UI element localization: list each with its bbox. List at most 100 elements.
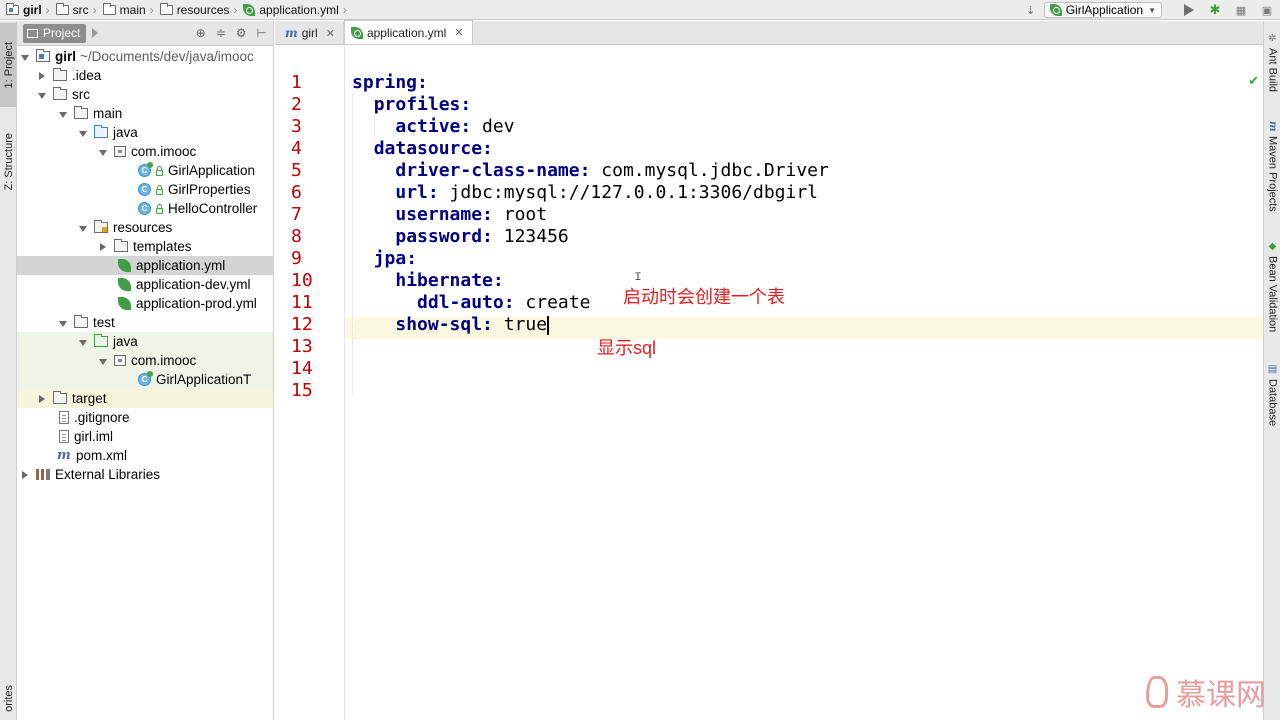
tree-item-application-yml[interactable]: application.yml bbox=[17, 256, 273, 275]
inspection-ok-icon[interactable]: ✔ bbox=[1248, 73, 1259, 89]
ant-build-tool-tab[interactable]: ✲ Ant Build bbox=[1264, 33, 1280, 92]
package-icon bbox=[114, 146, 126, 157]
database-tool-tab[interactable]: ▤ Database bbox=[1264, 364, 1280, 426]
chevron-right-icon[interactable] bbox=[92, 28, 99, 38]
text-file-icon bbox=[59, 411, 69, 424]
code-line-6[interactable]: url: jdbc:mysql://127.0.0.1:3306/dbgirl bbox=[352, 182, 818, 204]
tree-item-resources[interactable]: resources bbox=[17, 218, 273, 237]
tree-item-templates[interactable]: templates bbox=[17, 237, 273, 256]
maven-projects-tool-tab[interactable]: m Maven Projects bbox=[1264, 121, 1280, 212]
tree-item-src[interactable]: src bbox=[17, 85, 273, 104]
collapse-all-icon[interactable]: ≑ bbox=[216, 26, 226, 40]
scroll-from-source-icon[interactable]: ⊕ bbox=[196, 26, 206, 40]
yaml-key: spring: bbox=[352, 72, 428, 93]
tree-item-external-libraries[interactable]: External Libraries bbox=[17, 465, 273, 484]
collapse-arrow-icon[interactable] bbox=[20, 467, 30, 482]
code-line-1[interactable]: spring: bbox=[352, 72, 428, 94]
code-line-2[interactable]: profiles: bbox=[352, 94, 472, 116]
line-number: 7 bbox=[291, 204, 302, 225]
close-icon[interactable]: ✕ bbox=[326, 27, 335, 40]
breadcrumb-item-resources[interactable]: resources › bbox=[159, 0, 244, 20]
expand-arrow-icon[interactable] bbox=[37, 87, 47, 102]
code-line-5[interactable]: driver-class-name: com.mysql.jdbc.Driver bbox=[352, 160, 829, 182]
tree-item-main[interactable]: main bbox=[17, 104, 273, 123]
coverage-button[interactable]: ▦ bbox=[1234, 3, 1248, 17]
code-editor: m girl ✕ application.yml ✕ 1 2 3 4 5 6 7… bbox=[275, 20, 1263, 720]
line-number: 14 bbox=[291, 358, 313, 379]
collapse-arrow-icon[interactable] bbox=[98, 239, 108, 254]
run-button[interactable] bbox=[1182, 3, 1196, 17]
tree-item-label: pom.xml bbox=[76, 448, 128, 463]
hide-panel-icon[interactable]: ⊢ bbox=[257, 26, 267, 40]
flame-logo-icon bbox=[1146, 676, 1168, 708]
tree-item-java[interactable]: java bbox=[17, 123, 273, 142]
code-area[interactable]: spring: profiles: active: dev datasource… bbox=[345, 46, 1263, 720]
code-line-9[interactable]: jpa: bbox=[352, 248, 417, 270]
breadcrumb-item-src[interactable]: src › bbox=[55, 0, 103, 20]
tree-item-test-java[interactable]: java bbox=[17, 332, 273, 351]
tree-item-pom-xml[interactable]: m pom.xml bbox=[17, 446, 273, 465]
tree-item-test[interactable]: test bbox=[17, 313, 273, 332]
code-line-8[interactable]: password: 123456 bbox=[352, 226, 568, 248]
tree-item-com-imooc[interactable]: com.imooc bbox=[17, 142, 273, 161]
breadcrumb-item-girl[interactable]: girl › bbox=[6, 0, 56, 20]
favorites-tool-tab-label: orites bbox=[2, 684, 15, 712]
tree-item-application-dev-yml[interactable]: application-dev.yml bbox=[17, 275, 273, 294]
expand-arrow-icon[interactable] bbox=[78, 125, 88, 140]
expand-arrow-icon[interactable] bbox=[98, 144, 108, 159]
tree-item-girl-properties[interactable]: C GirlProperties bbox=[17, 180, 273, 199]
expand-arrow-icon[interactable] bbox=[98, 353, 108, 368]
tree-item-gitignore[interactable]: .gitignore bbox=[17, 408, 273, 427]
tree-item-girl-iml[interactable]: girl.iml bbox=[17, 427, 273, 446]
tree-item-girl-application-tests[interactable]: C GirlApplicationT bbox=[17, 370, 273, 389]
expand-arrow-icon[interactable] bbox=[58, 315, 68, 330]
expand-arrow-icon[interactable] bbox=[78, 334, 88, 349]
expand-arrow-icon[interactable] bbox=[20, 49, 30, 64]
project-view-selector[interactable]: Project bbox=[23, 23, 87, 43]
breadcrumb-item-application-yml[interactable]: application.yml › bbox=[243, 0, 352, 20]
resources-folder-icon bbox=[94, 220, 108, 233]
chevron-right-icon: › bbox=[45, 2, 50, 17]
tree-item-girl[interactable]: girl ~/Documents/dev/java/imooc bbox=[17, 47, 273, 66]
left-tool-strip: 1: Project Z: Structure orites bbox=[0, 21, 17, 720]
gear-icon[interactable]: ⚙ bbox=[236, 26, 247, 40]
module-folder-icon bbox=[36, 49, 50, 62]
code-line-11[interactable]: ddl-auto: create bbox=[352, 292, 590, 314]
ant-icon: ✲ bbox=[1267, 33, 1278, 44]
bean-validation-tool-tab[interactable]: ◆ Bean Validation bbox=[1264, 241, 1280, 332]
collapse-arrow-icon[interactable] bbox=[37, 68, 47, 83]
collapse-arrow-icon[interactable] bbox=[37, 391, 47, 406]
breadcrumb-item-main[interactable]: main › bbox=[102, 0, 160, 20]
structure-tool-tab[interactable]: Z: Structure bbox=[0, 117, 17, 207]
chevron-right-icon: › bbox=[342, 2, 347, 17]
expand-arrow-icon[interactable] bbox=[58, 106, 68, 121]
close-icon[interactable]: ✕ bbox=[454, 26, 463, 39]
code-line-10[interactable]: hibernate: bbox=[352, 270, 503, 292]
project-tool-tab[interactable]: 1: Project bbox=[0, 23, 17, 107]
spring-yml-icon bbox=[243, 3, 256, 16]
line-number-gutter[interactable]: 1 2 3 4 5 6 7 8 9 10 11 12 13 14 15 bbox=[275, 46, 345, 720]
yaml-key: datasource: bbox=[373, 138, 493, 159]
code-line-12[interactable]: show-sql: true bbox=[352, 314, 550, 336]
expand-arrow-icon[interactable] bbox=[78, 220, 88, 235]
favorites-tool-tab[interactable]: orites bbox=[0, 676, 17, 720]
code-line-7[interactable]: username: root bbox=[352, 204, 547, 226]
editor-tab-girl[interactable]: m girl ✕ bbox=[279, 22, 344, 44]
tree-item-hello-controller[interactable]: C HelloController bbox=[17, 199, 273, 218]
tree-item-girl-application[interactable]: C GirlApplication bbox=[17, 161, 273, 180]
tree-item-target[interactable]: target bbox=[17, 389, 273, 408]
run-configuration-select[interactable]: GirlApplication ▼ bbox=[1043, 2, 1162, 18]
editor-tab-application-yml[interactable]: application.yml ✕ bbox=[343, 20, 473, 44]
code-line-3[interactable]: active: dev bbox=[352, 116, 514, 138]
tree-item-idea[interactable]: .idea bbox=[17, 66, 273, 85]
project-structure-button[interactable]: ▣ bbox=[1260, 3, 1274, 17]
debug-button[interactable]: ✱ bbox=[1208, 2, 1222, 17]
tree-item-application-prod-yml[interactable]: application-prod.yml bbox=[17, 294, 273, 313]
yaml-value: root bbox=[492, 204, 548, 225]
line-number: 10 bbox=[291, 270, 313, 291]
build-icon[interactable]: ⇣ bbox=[1024, 3, 1038, 17]
yaml-key: jpa: bbox=[373, 248, 418, 269]
tree-item-test-com-imooc[interactable]: com.imooc bbox=[17, 351, 273, 370]
yaml-key: username: bbox=[395, 204, 493, 225]
code-line-4[interactable]: datasource: bbox=[352, 138, 493, 160]
